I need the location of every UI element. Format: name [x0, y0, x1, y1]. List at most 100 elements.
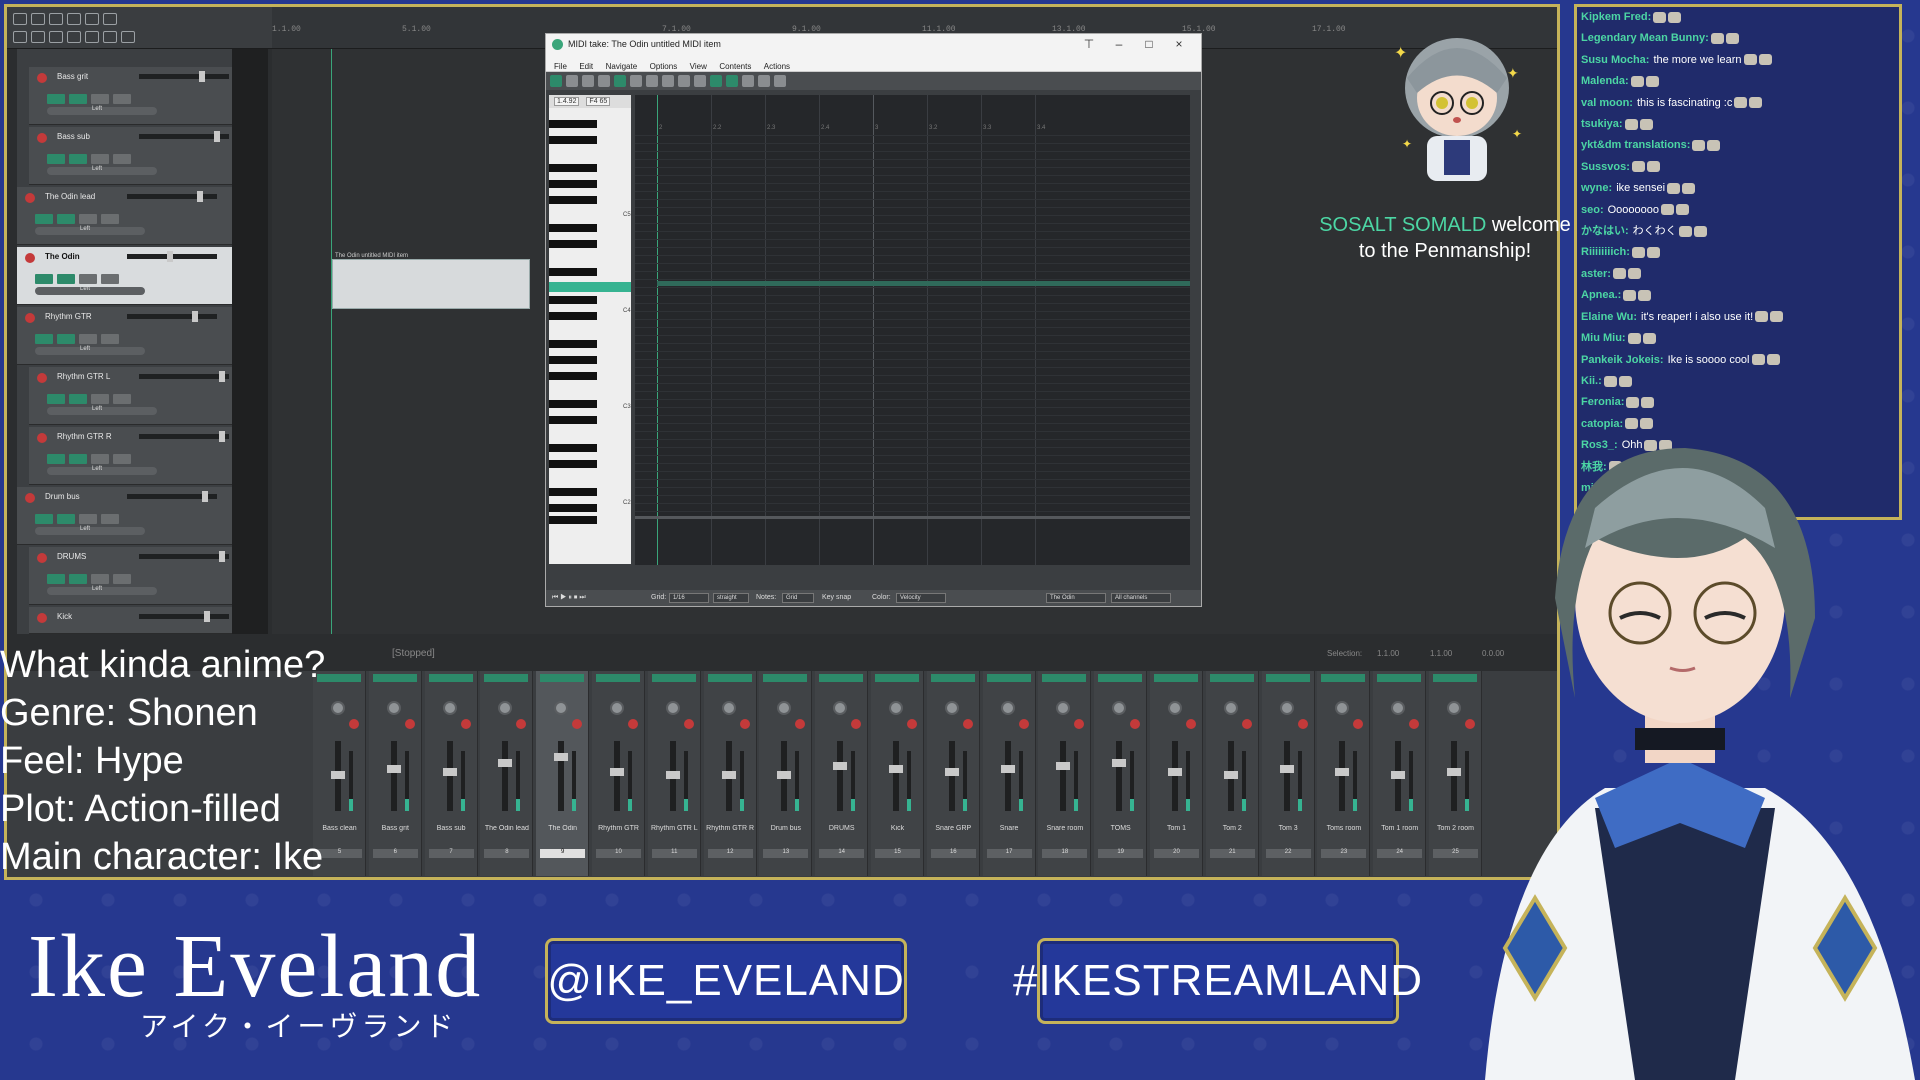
grid-toggle-icon[interactable] — [726, 75, 738, 87]
pan-knob[interactable] — [777, 701, 792, 715]
record-arm-icon[interactable] — [37, 73, 47, 83]
track-name[interactable]: Drum bus — [45, 492, 80, 501]
fx-button[interactable] — [596, 674, 640, 682]
snap-icon[interactable] — [31, 31, 45, 43]
track-row[interactable]: Drum bus Left — [17, 487, 232, 545]
new-project-icon[interactable] — [13, 13, 27, 25]
track-row[interactable]: Rhythm GTR Left — [17, 307, 232, 365]
mixer-channel[interactable]: Bass sub 7 — [424, 671, 478, 876]
track-volume-fader[interactable] — [139, 551, 229, 562]
fx-button[interactable] — [484, 674, 529, 682]
pin-icon[interactable]: ⊤ — [1077, 37, 1101, 51]
track-name[interactable]: Bass sub — [57, 132, 90, 141]
channel-fader[interactable] — [610, 741, 624, 811]
menu-edit[interactable]: Edit — [579, 62, 593, 71]
track-volume-fader[interactable] — [139, 71, 229, 82]
notes-select[interactable]: Grid — [782, 593, 814, 603]
channel-fader[interactable] — [554, 741, 569, 811]
mixer-channel[interactable]: Kick 15 — [871, 671, 924, 876]
track-name[interactable]: The Odin lead — [45, 192, 95, 201]
track-pan-slider[interactable]: Left — [47, 106, 157, 115]
fx-button[interactable] — [1321, 674, 1366, 682]
track-pan-slider[interactable]: Left — [47, 166, 157, 175]
mixer-channel[interactable]: Snare 17 — [982, 671, 1036, 876]
track-row[interactable]: DRUMS Left — [29, 547, 232, 605]
pan-knob[interactable] — [1335, 701, 1350, 715]
record-arm-icon[interactable] — [1353, 719, 1364, 729]
track-name[interactable]: DRUMS — [57, 552, 86, 561]
fx-button[interactable] — [540, 674, 585, 682]
track-buttons[interactable] — [47, 91, 197, 104]
record-arm-icon[interactable] — [25, 313, 35, 323]
filter-icon[interactable] — [646, 75, 658, 87]
record-arm-icon[interactable] — [851, 719, 862, 729]
record-arm-icon[interactable] — [1130, 719, 1141, 729]
fx-button[interactable] — [1098, 674, 1143, 682]
channel-fader[interactable] — [721, 741, 736, 811]
pan-knob[interactable] — [721, 701, 736, 715]
fx-button[interactable] — [819, 674, 864, 682]
maximize-icon[interactable]: □ — [1137, 37, 1161, 51]
settings-icon[interactable] — [774, 75, 786, 87]
track-volume-fader[interactable] — [127, 311, 217, 322]
mixer-channel[interactable]: The Odin lead 8 — [480, 671, 534, 876]
mixer-channel[interactable]: DRUMS 14 — [815, 671, 869, 876]
mixer-channel[interactable]: Tom 1 20 — [1150, 671, 1203, 876]
track-pan-slider[interactable]: Left — [47, 406, 157, 415]
record-arm-icon[interactable] — [516, 719, 527, 729]
record-arm-icon[interactable] — [1241, 719, 1252, 729]
midi-item[interactable]: The Odin untitled MIDI item — [332, 253, 530, 309]
record-arm-icon[interactable] — [37, 133, 47, 143]
mixer-channel[interactable]: The Odin 9 — [536, 671, 590, 876]
channel-fader[interactable] — [777, 741, 792, 811]
track-pan-slider[interactable]: Left — [35, 346, 145, 355]
loop-icon[interactable] — [103, 31, 117, 43]
fx-button[interactable] — [372, 674, 417, 682]
pan-knob[interactable] — [386, 701, 401, 715]
undo-icon[interactable] — [67, 13, 81, 25]
track-buttons[interactable] — [35, 271, 185, 284]
fx-button[interactable] — [875, 674, 919, 682]
track-name[interactable]: Rhythm GTR R — [57, 432, 112, 441]
track-row[interactable]: Bass sub Left — [29, 127, 232, 185]
track-buttons[interactable] — [35, 511, 185, 524]
pan-knob[interactable] — [944, 701, 959, 715]
pan-knob[interactable] — [1168, 701, 1182, 715]
track-select[interactable]: The Odin — [1046, 593, 1106, 603]
mixer-channel[interactable]: Snare GRP 16 — [926, 671, 980, 876]
track-volume-fader[interactable] — [127, 491, 217, 502]
track-row[interactable]: Rhythm GTR R Left — [29, 427, 232, 485]
mixer-channel[interactable]: Rhythm GTR R 12 — [703, 671, 757, 876]
record-arm-icon[interactable] — [25, 253, 35, 263]
pan-knob[interactable] — [442, 701, 457, 715]
pan-knob[interactable] — [1391, 701, 1406, 715]
track-buttons[interactable] — [47, 451, 197, 464]
pan-knob[interactable] — [610, 701, 624, 715]
record-arm-icon[interactable] — [37, 373, 47, 383]
group-icon[interactable] — [67, 31, 81, 43]
open-project-icon[interactable] — [31, 13, 45, 25]
fx-button[interactable] — [707, 674, 752, 682]
pan-knob[interactable] — [554, 701, 569, 715]
metronome-icon[interactable] — [103, 13, 117, 25]
record-arm-icon[interactable] — [1018, 719, 1029, 729]
step-input-icon[interactable] — [598, 75, 610, 87]
envelope-icon[interactable] — [85, 31, 99, 43]
track-row[interactable]: Rhythm GTR L Left — [29, 367, 232, 425]
channel-fader[interactable] — [944, 741, 959, 811]
record-arm-icon[interactable] — [572, 719, 583, 729]
play-icon[interactable]: ⏮ ▶ ⏸ ⏹ ⏭ — [552, 594, 586, 602]
fx-button[interactable] — [1265, 674, 1310, 682]
fx-button[interactable] — [1042, 674, 1087, 682]
list-view-icon[interactable] — [662, 75, 674, 87]
track-pan-slider[interactable]: Left — [47, 466, 157, 475]
track-row-selected[interactable]: The Odin Left — [17, 247, 232, 305]
track-buttons[interactable] — [47, 571, 197, 584]
track-volume-fader[interactable] — [127, 191, 217, 202]
fx-button[interactable] — [428, 674, 473, 682]
track-pan-slider[interactable]: Left — [35, 526, 145, 535]
record-arm-icon[interactable] — [25, 193, 35, 203]
pan-knob[interactable] — [1112, 701, 1127, 715]
mixer-channel[interactable]: Tom 2 21 — [1205, 671, 1259, 876]
channel-fader[interactable] — [889, 741, 903, 811]
